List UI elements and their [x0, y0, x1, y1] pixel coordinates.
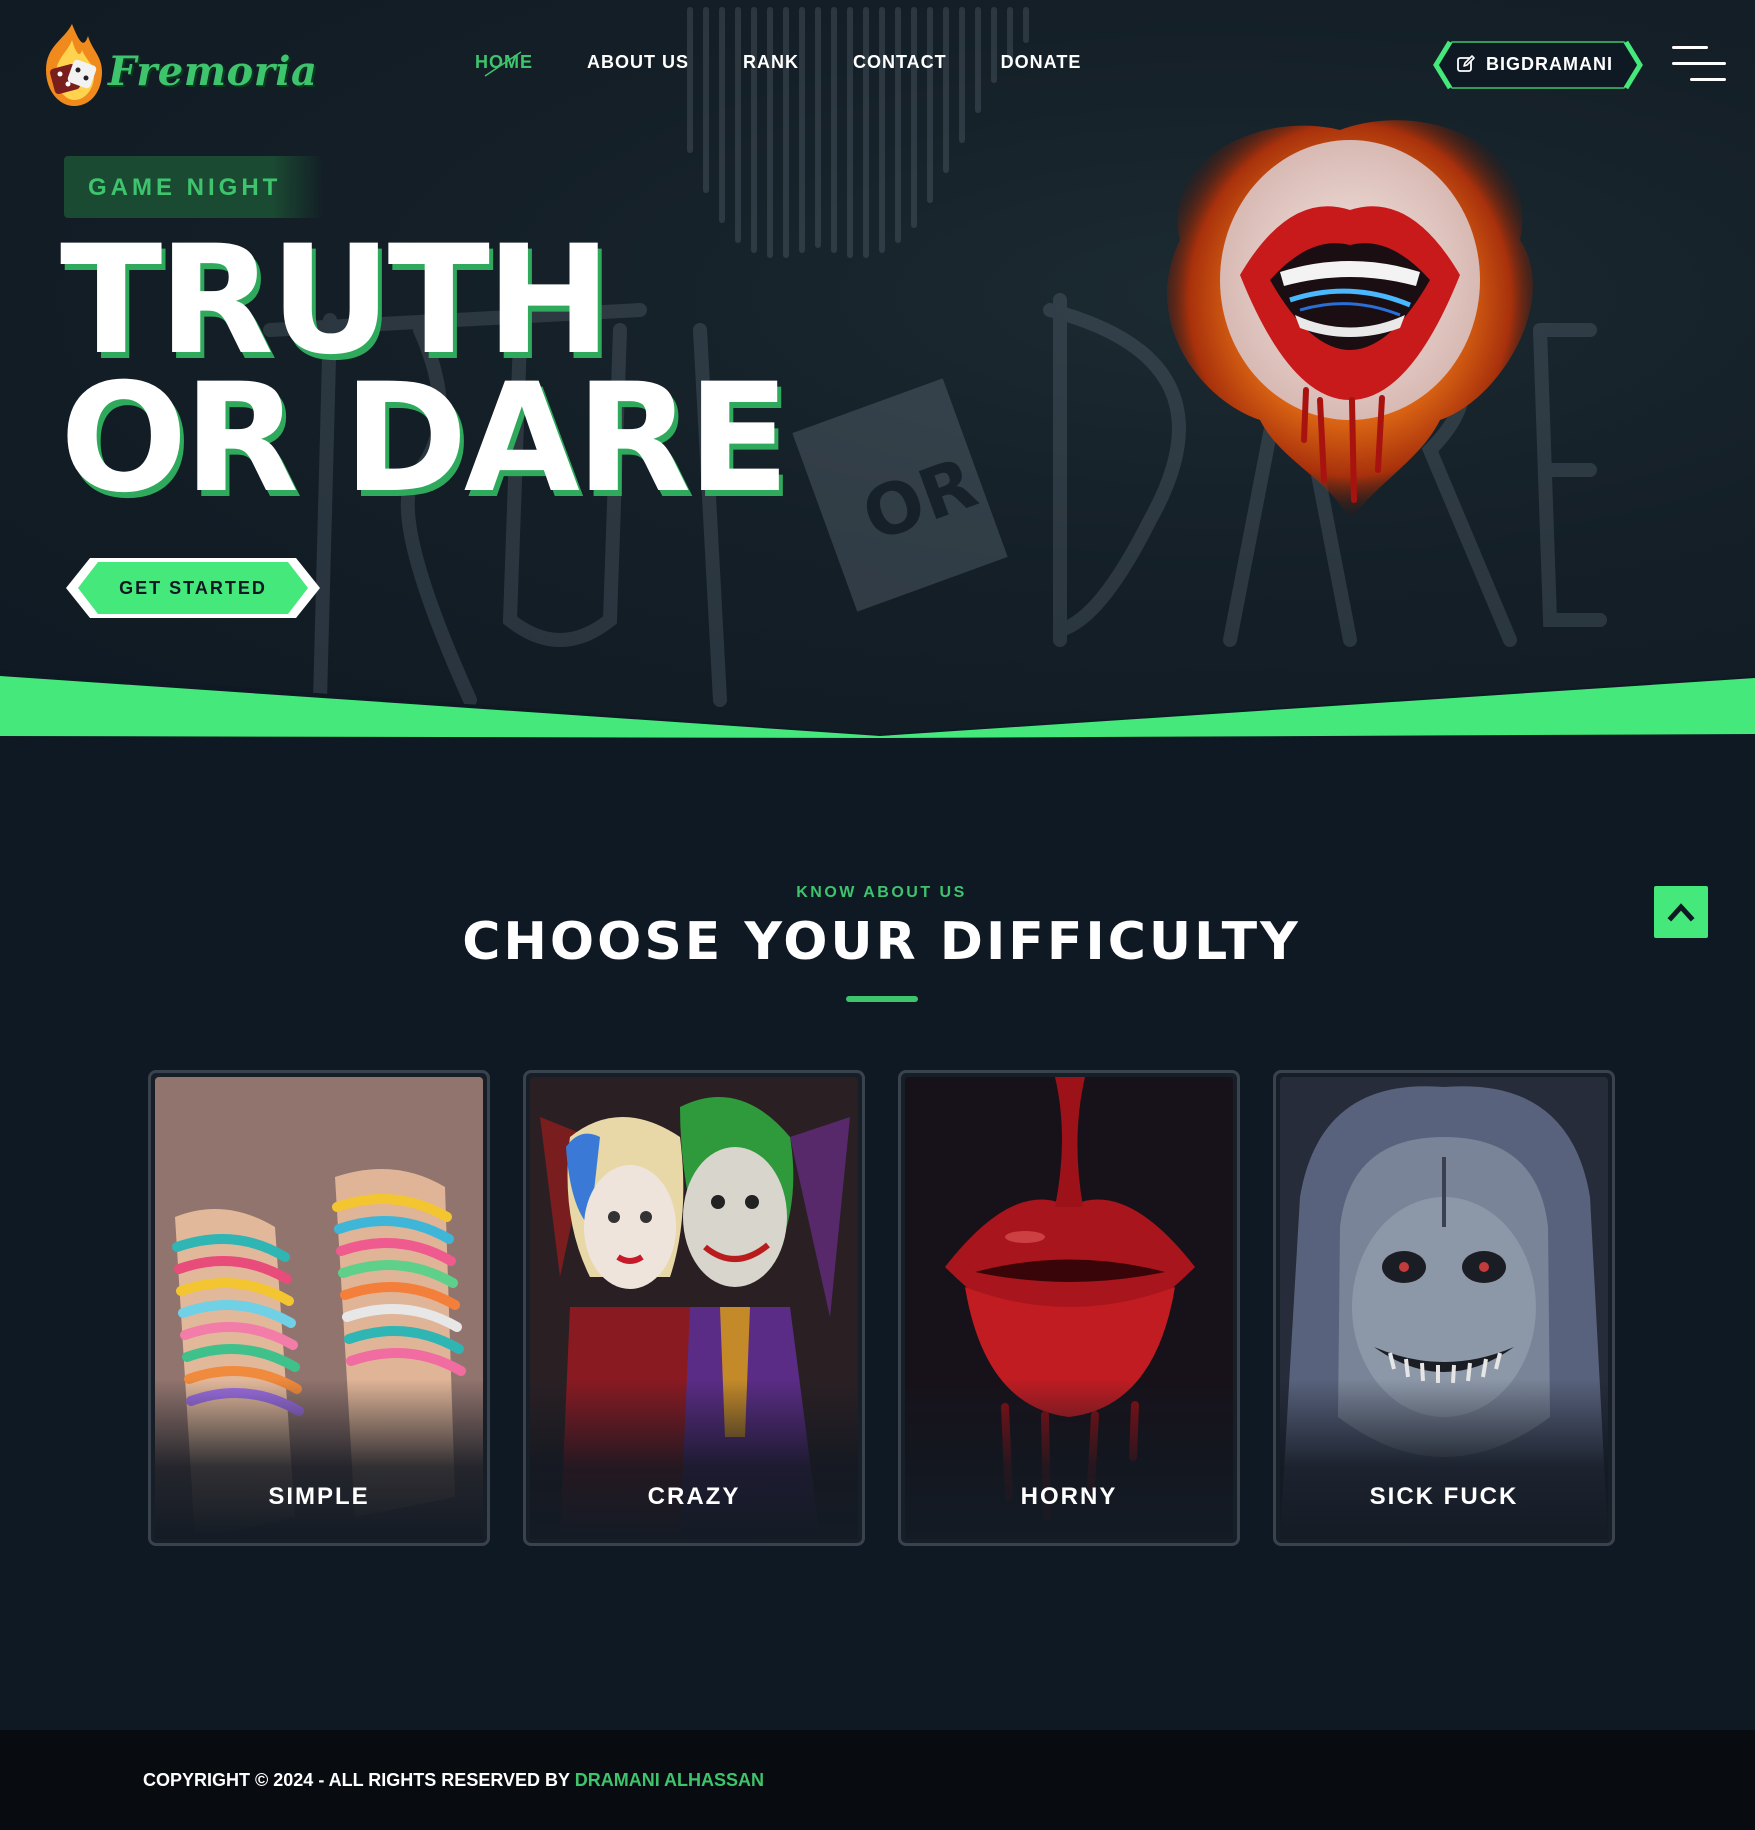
hero-tag: GAME NIGHT [64, 156, 324, 218]
hero-title: TRUTH OR DARE [60, 214, 820, 526]
card-label: HORNY [1020, 1483, 1118, 1510]
difficulty-card-sick[interactable]: SICK FUCK [1273, 1070, 1615, 1546]
hero-divider-wave [0, 670, 1755, 740]
get-started-label: GET STARTED [119, 578, 267, 598]
hero-section: OR Fremoria HOME ABOUT US RANK CONTACT D… [0, 0, 1755, 740]
nav-link-contact[interactable]: CONTACT [853, 52, 947, 76]
brand-name: Fremoria [108, 48, 318, 95]
site-logo[interactable]: Fremoria [36, 22, 318, 108]
difficulty-card-horny[interactable]: HORNY [898, 1070, 1240, 1546]
nav-link-home[interactable]: HOME [475, 51, 533, 77]
card-shade [905, 1379, 1233, 1539]
difficulty-card-simple[interactable]: SIMPLE [148, 1070, 490, 1546]
card-label: CRAZY [647, 1483, 741, 1510]
section-kicker: KNOW ABOUT US [796, 884, 967, 901]
card-label: SICK FUCK [1369, 1483, 1519, 1510]
card-shade [530, 1379, 858, 1539]
hamburger-icon[interactable] [1672, 46, 1726, 84]
flaming-dice-icon [46, 24, 102, 106]
nav-link-rank[interactable]: RANK [743, 52, 799, 76]
nav-link-label: DONATE [1000, 52, 1082, 72]
edit-icon [1457, 55, 1475, 72]
active-slash-decoration [484, 51, 522, 77]
get-started-button[interactable]: GET STARTED [64, 556, 322, 620]
user-button-label: BIGDRAMANI [1486, 54, 1613, 74]
section-title: CHOOSE YOUR DIFFICULTY [462, 912, 1301, 972]
hero-title-line-2: OR DARE [60, 352, 790, 526]
site-footer: COPYRIGHT © 2024 - ALL RIGHTS RESERVED B… [0, 1730, 1755, 1830]
nav-link-label: ABOUT US [587, 52, 689, 72]
copyright-prefix: COPYRIGHT © 2024 - ALL RIGHTS RESERVED B… [143, 1770, 575, 1790]
nav-link-about-us[interactable]: ABOUT US [587, 52, 689, 76]
flaming-lips-image [1167, 120, 1533, 520]
back-to-top-button[interactable] [1654, 886, 1708, 938]
card-shade [155, 1379, 483, 1539]
difficulty-cards: SIMPLE CRAZY HORNY SICK FUCK [148, 1070, 1616, 1546]
chevron-up-icon [1667, 903, 1695, 922]
card-shade [1280, 1379, 1608, 1539]
nav-link-label: CONTACT [853, 52, 947, 72]
title-underline [846, 996, 918, 1002]
user-profile-button[interactable]: BIGDRAMANI [1432, 38, 1644, 92]
hero-title-line-1: TRUTH [60, 214, 611, 388]
nav-link-label: RANK [743, 52, 799, 72]
copyright-text: COPYRIGHT © 2024 - ALL RIGHTS RESERVED B… [143, 1770, 764, 1791]
difficulty-card-crazy[interactable]: CRAZY [523, 1070, 865, 1546]
hero-tag-label: GAME NIGHT [88, 174, 282, 201]
main-nav: HOME ABOUT US RANK CONTACT DONATE [475, 51, 1135, 77]
author-link[interactable]: DRAMANI ALHASSAN [575, 1770, 764, 1790]
card-label: SIMPLE [268, 1483, 370, 1510]
nav-link-donate[interactable]: DONATE [1001, 52, 1082, 76]
